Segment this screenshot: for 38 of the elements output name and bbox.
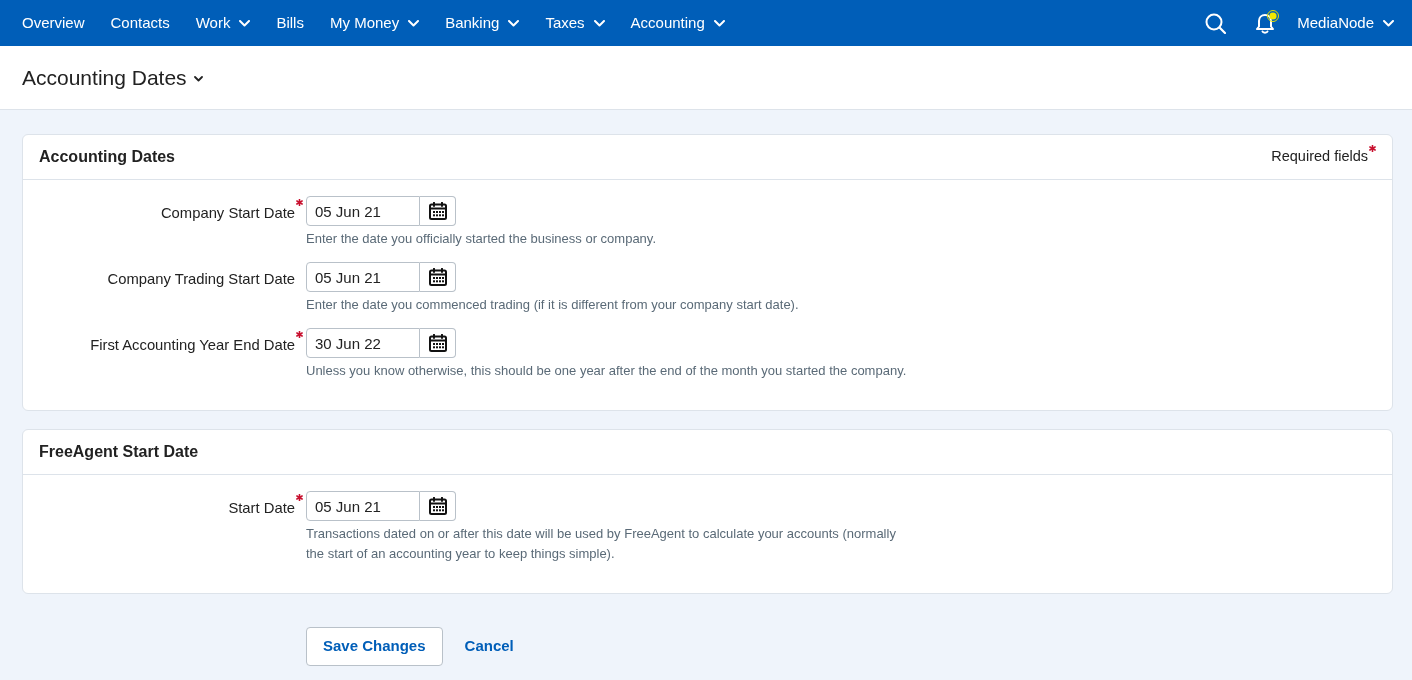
search-icon[interactable] [1205,12,1227,34]
panel-title: FreeAgent Start Date [39,442,199,462]
calendar-icon [428,334,447,352]
field-label: Company Trading Start Date [107,270,295,288]
calendar-button[interactable] [420,491,456,521]
field-label: First Accounting Year End Date [90,336,295,354]
calendar-button[interactable] [420,262,456,292]
date-input[interactable]: 05 Jun 21 [306,196,420,226]
nav-menu-link[interactable]: Overview [22,11,85,35]
nav-menu-link[interactable]: Contacts [110,11,170,35]
nav-menu-link[interactable]: My Money [329,11,420,35]
nav-menu-link[interactable]: Work [195,11,251,35]
notification-bell-icon[interactable] [1253,10,1280,36]
date-input[interactable]: 30 Jun 22 [306,328,420,358]
date-input[interactable]: 05 Jun 21 [306,491,420,521]
nav-menu-link[interactable]: Accounting [630,11,725,35]
panel-title: Accounting Dates [39,147,175,167]
field-label: Start Date [228,499,295,517]
cancel-link[interactable]: Cancel [464,635,514,658]
page-title-menu[interactable]: Accounting Dates [22,64,203,91]
field-hint: Enter the date you officially started the business or company. [306,230,656,248]
calendar-button[interactable] [420,196,456,226]
calendar-icon [428,497,447,515]
nav-menu-link[interactable]: Bills [276,11,304,35]
field-label: Company Start Date [160,204,295,222]
calendar-icon [428,268,447,286]
required-asterisk-icon [1369,145,1376,153]
calendar-icon [428,202,447,220]
required-fields-note: Required fields [1271,147,1368,167]
field-hint: Transactions dated on or after this date will be used by FreeAgent to calculate your accounts (normally the start of an accounting year to keep things simple). [306,525,897,563]
account-menu[interactable]: MediaNode [1297,11,1394,35]
field-hint: Enter the date you commenced trading (if it is different from your company start date). [306,296,799,314]
nav-menu-link[interactable]: Banking [445,11,520,35]
field-hint: Unless you know otherwise, this should be one year after the end of the month you started the company. [306,362,907,380]
save-changes-button[interactable]: Save Changes [306,627,443,666]
nav-menu-link[interactable]: Taxes [545,11,605,35]
date-input[interactable]: 05 Jun 21 [306,262,420,292]
calendar-button[interactable] [420,328,456,358]
